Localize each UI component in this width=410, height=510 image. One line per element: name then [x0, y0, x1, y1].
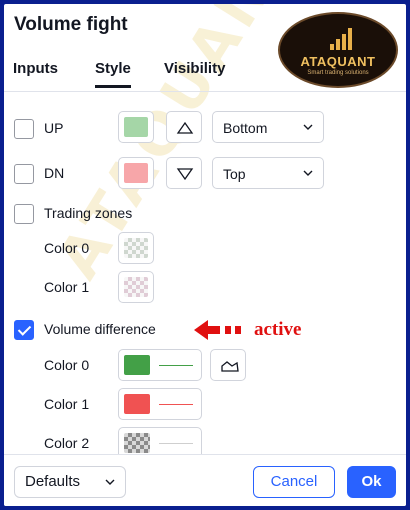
- volume-difference-color0-button[interactable]: [118, 349, 202, 381]
- color-swatch: [124, 394, 150, 414]
- up-shape-button[interactable]: [166, 111, 202, 143]
- dn-color-button[interactable]: [118, 157, 154, 189]
- volume-difference-checkbox[interactable]: [14, 320, 34, 340]
- dialog-footer: Defaults Cancel Ok: [4, 454, 406, 506]
- trading-zones-label: Trading zones: [44, 205, 133, 221]
- color-swatch: [124, 433, 150, 453]
- chevron-down-icon: [105, 479, 115, 485]
- red-arrow-icon: [194, 320, 241, 340]
- up-location-value: Bottom: [223, 120, 268, 136]
- tab-visibility[interactable]: Visibility: [164, 60, 225, 85]
- chevron-down-icon: [303, 170, 313, 176]
- up-location-select[interactable]: Bottom: [212, 111, 324, 143]
- dn-checkbox[interactable]: [14, 164, 34, 184]
- volume-difference-color1-button[interactable]: [118, 388, 202, 420]
- dn-label: DN: [44, 165, 65, 181]
- area-chart-icon: [221, 361, 239, 372]
- volume-difference-color2-label: Color 2: [44, 435, 90, 451]
- trading-zones-color1-label: Color 1: [44, 279, 90, 295]
- up-color-button[interactable]: [118, 111, 154, 143]
- transparent-swatch: [124, 238, 148, 258]
- color-swatch: [124, 355, 150, 375]
- dn-location-select[interactable]: Top: [212, 157, 324, 189]
- active-annotation: active: [254, 319, 302, 340]
- up-color-swatch: [124, 117, 148, 137]
- plot-type-button[interactable]: [210, 349, 246, 381]
- up-checkbox[interactable]: [14, 119, 34, 139]
- tab-style[interactable]: Style: [95, 60, 131, 88]
- indicator-settings-dialog: ATAQUANT Volume fight ATAQUANT Smart tra…: [4, 4, 406, 506]
- volume-difference-label: Volume difference: [44, 321, 156, 337]
- defaults-label: Defaults: [25, 473, 81, 490]
- volume-difference-color0-label: Color 0: [44, 357, 90, 373]
- bar-chart-logo-icon: [330, 28, 354, 50]
- dn-shape-button[interactable]: [166, 157, 202, 189]
- dn-location-value: Top: [223, 166, 246, 182]
- trading-zones-color0-button[interactable]: [118, 232, 154, 264]
- defaults-dropdown[interactable]: Defaults: [14, 466, 126, 498]
- transparent-swatch: [124, 277, 148, 297]
- trading-zones-color0-label: Color 0: [44, 240, 90, 256]
- chevron-down-icon: [303, 124, 313, 130]
- trading-zones-color1-button[interactable]: [118, 271, 154, 303]
- tab-inputs[interactable]: Inputs: [13, 60, 58, 85]
- triangle-up-icon: [176, 121, 194, 134]
- dn-color-swatch: [124, 163, 148, 183]
- triangle-down-icon: [176, 168, 194, 181]
- line-style-preview: [159, 365, 193, 366]
- up-label: UP: [44, 120, 64, 136]
- line-style-preview: [159, 404, 193, 405]
- dialog-title: Volume fight: [14, 14, 128, 35]
- trading-zones-checkbox[interactable]: [14, 204, 34, 224]
- ok-button[interactable]: Ok: [347, 466, 396, 498]
- style-tab-content: UP Bottom DN Top Trading zones Color 0 C…: [4, 94, 406, 459]
- line-style-preview: [159, 443, 193, 444]
- cancel-button[interactable]: Cancel: [253, 466, 335, 498]
- tab-bar: Inputs Style Visibility: [4, 54, 406, 92]
- volume-difference-color1-label: Color 1: [44, 396, 90, 412]
